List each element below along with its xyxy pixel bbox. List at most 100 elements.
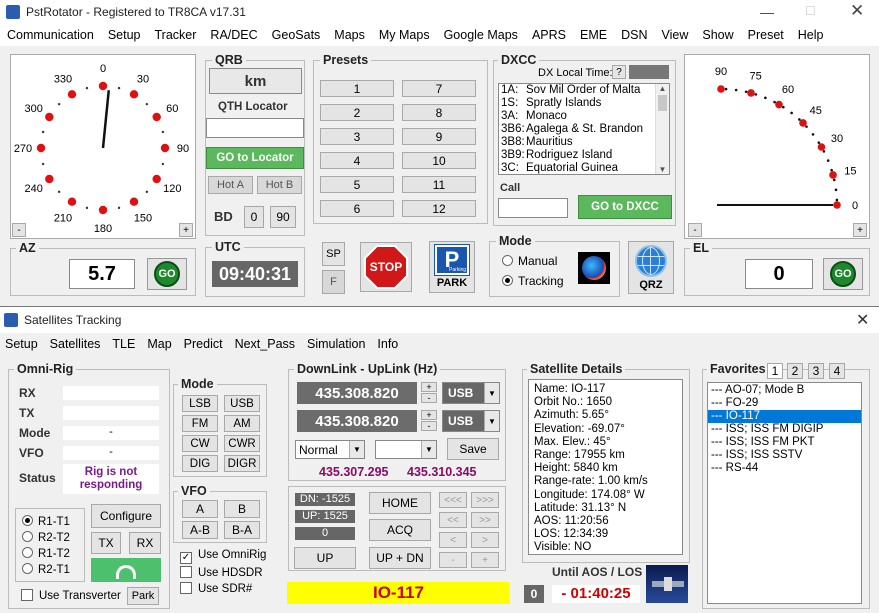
preset-button-8[interactable]: 8 — [402, 104, 476, 121]
dxcc-list-scrollbar[interactable]: ▲ ▼ — [655, 84, 669, 174]
dxcc-list-item[interactable]: 1A: Sov Mil Order of Malta — [499, 84, 669, 97]
az-go-button[interactable]: GO — [147, 258, 187, 290]
menu-view[interactable]: View — [654, 28, 695, 42]
satellites-close-button[interactable]: ✕ — [856, 310, 869, 330]
rig-r1t2-radio[interactable]: R1-T2 — [22, 547, 70, 560]
vfo-b-button[interactable]: B — [224, 500, 260, 518]
downlink-frequency[interactable]: 435.308.820 — [297, 382, 417, 404]
menu-aprs[interactable]: APRS — [525, 28, 573, 42]
favorites-list[interactable]: --- AO-07; Mode B --- FO-29 --- IO-117 --- … — [707, 382, 862, 604]
qth-locator-input[interactable] — [206, 118, 304, 138]
az-minus-button[interactable]: - — [12, 223, 26, 237]
tracking-radio[interactable]: Tracking — [502, 274, 564, 288]
menu-maps[interactable]: Maps — [327, 28, 372, 42]
preset-button-7[interactable]: 7 — [402, 80, 476, 97]
memory-select[interactable]: ▼ — [375, 440, 437, 459]
hot-b-button[interactable]: Hot B — [257, 176, 302, 194]
downlink-minus-button[interactable]: - — [421, 393, 437, 403]
downlink-mode-select[interactable]: USB ▼ — [442, 382, 500, 404]
favorite-satellite-item[interactable]: --- AO-07; Mode B — [708, 384, 861, 397]
scroll-up-icon[interactable]: ▲ — [656, 84, 669, 93]
el-go-button[interactable]: GO — [823, 258, 863, 290]
sat-menu-simulation[interactable]: Simulation — [301, 337, 371, 351]
use-sdr-checkbox[interactable]: Use SDR# — [180, 582, 252, 595]
omni-tx-button[interactable]: TX — [91, 532, 121, 554]
tune-step-button[interactable]: - — [439, 552, 467, 568]
preset-button-9[interactable]: 9 — [402, 128, 476, 145]
azimuth-dial[interactable]: 0 30 60 90 120 150 180 210 240 270 300 330 - + — [10, 54, 196, 239]
omni-rx-button[interactable]: RX — [129, 532, 161, 554]
mode-lsb-button[interactable]: LSB — [182, 395, 218, 412]
menu-geosats[interactable]: GeoSats — [265, 28, 328, 42]
menu-radec[interactable]: RA/DEC — [203, 28, 264, 42]
manual-radio[interactable]: Manual — [502, 254, 557, 268]
menu-preset[interactable]: Preset — [741, 28, 791, 42]
vfo-a-b-button[interactable]: A-B — [182, 521, 218, 539]
stop-button[interactable]: STOP — [360, 242, 412, 292]
tune-step-button[interactable]: <<< — [439, 492, 467, 508]
sat-menu-next-pass[interactable]: Next_Pass — [229, 337, 301, 351]
menu-communication[interactable]: Communication — [0, 28, 101, 42]
bd-0-button[interactable]: 0 — [244, 206, 264, 228]
scroll-thumb[interactable] — [658, 95, 667, 111]
dxcc-list[interactable]: 1A: Sov Mil Order of Malta 1S: Spratly Isla… — [498, 83, 670, 175]
maximize-button[interactable]: □ — [806, 2, 814, 18]
sat-menu-predict[interactable]: Predict — [178, 337, 229, 351]
go-to-locator-button[interactable]: GO to Locator — [206, 147, 304, 169]
park-button[interactable]: P Parking PARK — [429, 241, 475, 293]
up-dn-button[interactable]: UP + DN — [369, 547, 431, 569]
mode-usb-button[interactable]: USB — [224, 395, 260, 412]
preset-button-2[interactable]: 2 — [320, 104, 394, 121]
favorite-satellite-item[interactable]: --- IO-117 — [708, 410, 861, 423]
mode-cw-button[interactable]: CW — [182, 435, 218, 452]
favorites-tab-4[interactable]: 4 — [829, 363, 845, 379]
favorite-satellite-item[interactable]: --- FO-29 — [708, 397, 861, 410]
sat-menu-setup[interactable]: Setup — [0, 337, 44, 351]
tune-step-button[interactable]: << — [439, 512, 467, 528]
park-rig-button[interactable]: Park — [127, 587, 159, 605]
tune-step-button[interactable]: + — [471, 552, 499, 568]
acq-button[interactable]: ACQ — [369, 519, 431, 541]
mode-dig-button[interactable]: DIG — [182, 455, 218, 472]
qrz-button[interactable]: QRZ — [628, 241, 674, 294]
menu-google-maps[interactable]: Google Maps — [437, 28, 525, 42]
preset-button-3[interactable]: 3 — [320, 128, 394, 145]
use-omnirig-checkbox[interactable]: ✓ Use OmniRig — [180, 549, 266, 564]
favorite-satellite-item[interactable]: --- RS-44 — [708, 462, 861, 475]
uplink-plus-button[interactable]: + — [421, 410, 437, 420]
mode-cwr-button[interactable]: CWR — [224, 435, 260, 452]
uplink-minus-button[interactable]: - — [421, 421, 437, 431]
rig-r2t1-radio[interactable]: R2-T1 — [22, 563, 70, 576]
favorite-satellite-item[interactable]: --- ISS; ISS FM DIGIP — [708, 423, 861, 436]
uplink-mode-select[interactable]: USB ▼ — [442, 410, 500, 432]
dxcc-list-item[interactable]: 3C: Equatorial Guinea — [499, 162, 669, 174]
sp-button[interactable]: SP — [322, 242, 345, 266]
home-button[interactable]: HOME — [369, 492, 431, 514]
sat-menu-tle[interactable]: TLE — [106, 337, 141, 351]
mode-digr-button[interactable]: DIGR — [224, 455, 260, 472]
preset-button-12[interactable]: 12 — [402, 200, 476, 217]
go-to-dxcc-button[interactable]: GO to DXCC — [578, 195, 672, 219]
mode-am-button[interactable]: AM — [224, 415, 260, 432]
az-plus-button[interactable]: + — [179, 223, 193, 237]
favorite-satellite-item[interactable]: --- ISS; ISS FM PKT — [708, 436, 861, 449]
menu-dsn[interactable]: DSN — [614, 28, 654, 42]
use-hdsdr-checkbox[interactable]: Use HDSDR — [180, 566, 263, 579]
minimize-button[interactable]: — — [760, 4, 774, 20]
favorite-satellite-item[interactable]: --- ISS; ISS SSTV — [708, 449, 861, 462]
menu-setup[interactable]: Setup — [101, 28, 148, 42]
tune-step-button[interactable]: > — [471, 532, 499, 548]
dxcc-list-item[interactable]: 3B9: Rodriguez Island — [499, 149, 669, 162]
up-button[interactable]: UP — [294, 547, 356, 569]
save-frequency-button[interactable]: Save — [447, 438, 499, 460]
bd-90-button[interactable]: 90 — [270, 206, 296, 228]
menu-my-maps[interactable]: My Maps — [372, 28, 437, 42]
preset-button-6[interactable]: 6 — [320, 200, 394, 217]
sat-menu-info[interactable]: Info — [371, 337, 404, 351]
vfo-b-a-button[interactable]: B-A — [224, 521, 260, 539]
world-globe-icon[interactable] — [578, 252, 610, 284]
tune-step-button[interactable]: < — [439, 532, 467, 548]
el-plus-button[interactable]: + — [853, 223, 867, 237]
dx-help-button[interactable]: ? — [612, 65, 626, 79]
sat-menu-satellites[interactable]: Satellites — [44, 337, 107, 351]
